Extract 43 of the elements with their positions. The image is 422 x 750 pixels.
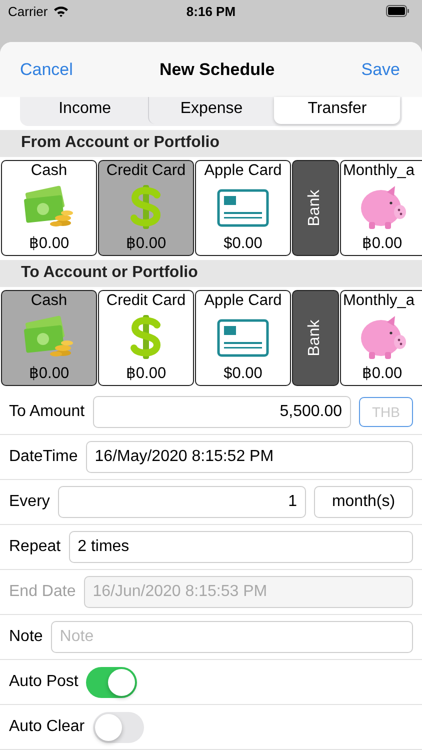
field-label: End Date — [9, 583, 76, 601]
account-tile[interactable]: Credit Card ฿0.00 — [98, 290, 194, 386]
account-tile[interactable]: Cash ฿0.00 — [1, 160, 97, 256]
field-label: Repeat — [9, 538, 61, 556]
unit-button[interactable]: month(s) — [314, 486, 413, 518]
dollar-icon — [129, 184, 163, 230]
cash-icon — [23, 185, 75, 229]
cancel-button[interactable]: Cancel — [10, 56, 83, 84]
text-field[interactable]: 16/May/2020 8:15:52 PM — [86, 441, 413, 473]
sheet-title: New Schedule — [159, 60, 275, 80]
battery-icon — [386, 5, 410, 17]
field-label: To Amount — [9, 403, 85, 421]
save-button[interactable]: Save — [351, 56, 410, 84]
section-header: From Account or Portfolio — [0, 130, 422, 157]
account-tile[interactable]: Monthly_a ฿0.00 — [340, 290, 422, 386]
segment-tab[interactable]: Transfer — [274, 97, 400, 124]
status-time: 8:16 PM — [186, 4, 236, 18]
toggle-switch[interactable] — [86, 666, 138, 698]
account-tile[interactable]: Cash ฿0.00 — [1, 290, 97, 386]
account-tile[interactable]: Monthly_a ฿0.00 — [340, 160, 422, 256]
dollar-icon — [129, 314, 163, 360]
segment-tab[interactable]: Income — [22, 97, 148, 124]
cash-icon — [23, 315, 75, 359]
wifi-icon — [52, 5, 69, 17]
text-field[interactable]: Note — [50, 621, 413, 653]
field-label: Auto Post — [9, 673, 78, 691]
section-header: To Account or Portfolio — [0, 260, 422, 287]
account-tile[interactable]: Credit Card ฿0.00 — [98, 160, 194, 256]
account-tile[interactable]: Apple Card $0.00 — [195, 160, 291, 256]
field-label: DateTime — [9, 448, 78, 466]
group-tile[interactable]: Bank — [292, 160, 339, 256]
text-field[interactable]: 2 times — [68, 531, 413, 563]
field-label: Note — [9, 628, 43, 646]
amount-field[interactable]: 5,500.00 — [92, 396, 351, 428]
account-tile[interactable]: Apple Card $0.00 — [195, 290, 291, 386]
interval-field[interactable]: 1 — [58, 486, 306, 518]
field-label: Auto Clear — [9, 718, 85, 736]
field-label: Every — [9, 493, 50, 511]
toggle-switch[interactable] — [92, 712, 144, 742]
credit-card-icon — [217, 188, 269, 226]
group-tile[interactable]: Bank — [292, 290, 339, 386]
carrier-name: Carrier — [8, 4, 48, 18]
credit-card-icon — [217, 318, 269, 356]
